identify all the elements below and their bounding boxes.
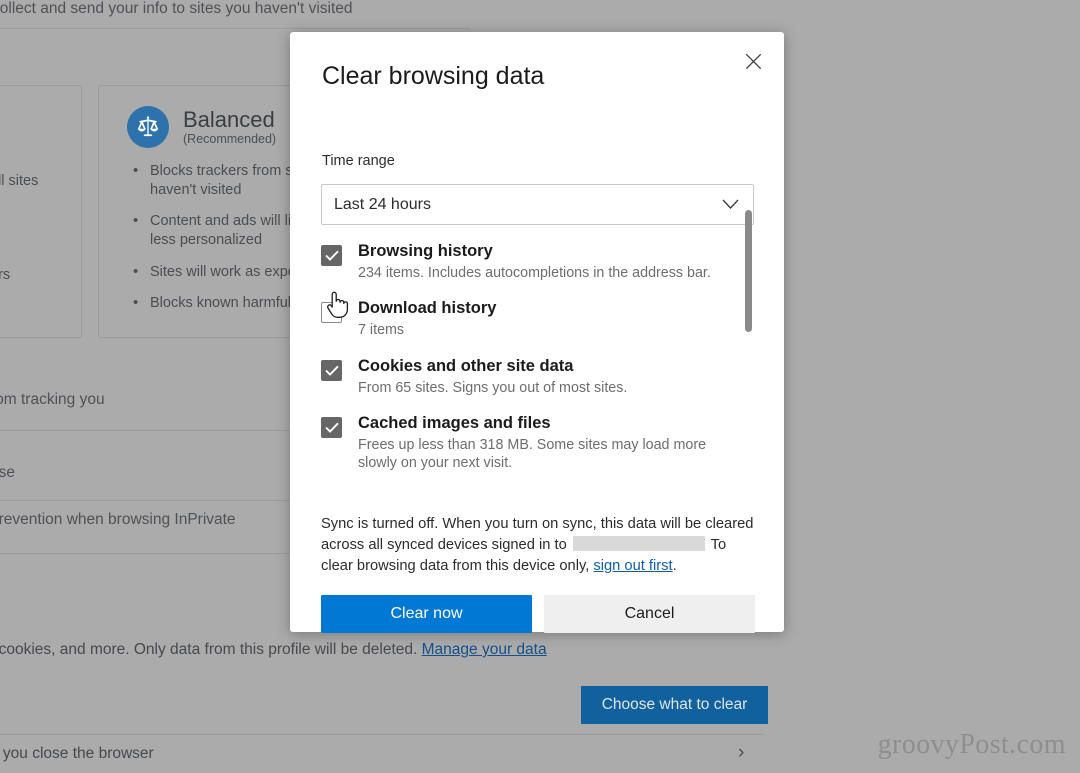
- list-item-description: From 65 sites. Signs you out of most sit…: [358, 379, 628, 396]
- dialog-actions: Clear now Cancel: [321, 595, 755, 633]
- clear-data-description: , cookies, and more. Only data from this…: [0, 641, 547, 659]
- list-item-description: 234 items. Includes autocompletions in t…: [358, 264, 711, 281]
- divider: [0, 734, 765, 735]
- setting-row-tracking-label: rom tracking you: [0, 391, 105, 408]
- checkbox-browsing-history[interactable]: [321, 245, 342, 266]
- privacy-card-balanced-subtitle: (Recommended): [183, 132, 277, 147]
- manage-your-data-link[interactable]: Manage your data: [422, 641, 547, 658]
- list-item-cached-images[interactable]: Cached images and files Frees up less th…: [321, 414, 754, 473]
- tracking-prevention-description: collect and send your info to sites you …: [0, 0, 353, 17]
- list-item-title: Cached images and files: [358, 413, 551, 432]
- time-range-selected-value: Last 24 hours: [334, 195, 431, 213]
- choose-what-to-clear-button[interactable]: Choose what to clear: [581, 686, 768, 724]
- redacted-account-email: [572, 535, 705, 551]
- card-strict-line-2: e: [0, 199, 71, 218]
- cancel-button[interactable]: Cancel: [544, 595, 755, 633]
- sign-out-first-link[interactable]: sign out first: [593, 558, 672, 574]
- privacy-card-balanced-title: Balanced: [183, 106, 275, 132]
- checkbox-download-history[interactable]: [321, 302, 342, 324]
- list-item-cookies[interactable]: Cookies and other site data From 65 site…: [321, 357, 754, 397]
- card-strict-line-1: all sites: [0, 172, 71, 191]
- watermark: groovyPost.com: [877, 729, 1066, 760]
- setting-row-clear-on-close-label: e you close the browser: [0, 745, 154, 762]
- screen-root: collect and send your info to sites you …: [0, 0, 1080, 773]
- list-item-download-history[interactable]: Download history 7 items: [321, 299, 754, 339]
- divider: [0, 28, 470, 29]
- close-icon[interactable]: [731, 41, 775, 81]
- list-item-title: Cookies and other site data: [358, 356, 574, 375]
- list-item-description: 7 items: [358, 322, 405, 339]
- time-range-select[interactable]: Last 24 hours: [321, 184, 754, 225]
- balance-scales-icon: [127, 106, 169, 148]
- chevron-down-icon: [722, 199, 753, 210]
- list-item-title: Browsing history: [358, 242, 493, 260]
- data-type-list-scrollbar[interactable]: [745, 210, 752, 332]
- data-type-list: Browsing history 234 items. Includes aut…: [321, 242, 754, 497]
- clear-browsing-data-dialog: Clear browsing data Time range Last 24 h…: [290, 32, 784, 633]
- list-item-browsing-history[interactable]: Browsing history 234 items. Includes aut…: [321, 242, 754, 282]
- clear-now-button[interactable]: Clear now: [321, 595, 532, 633]
- clear-data-description-text: , cookies, and more. Only data from this…: [0, 641, 418, 658]
- setting-row-inprivate-label: prevention when browsing InPrivate: [0, 511, 236, 528]
- setting-row-exceptions-label: ose: [0, 464, 15, 481]
- checkbox-cached-images[interactable]: [321, 416, 342, 438]
- list-item-description: Frees up less than 318 MB. Some sites ma…: [358, 436, 707, 472]
- time-range-label: Time range: [322, 153, 395, 169]
- card-strict-line-3: ers: [0, 266, 71, 285]
- checkbox-cookies[interactable]: [321, 359, 342, 381]
- chevron-right-icon[interactable]: ›: [738, 742, 744, 764]
- dialog-title: Clear browsing data: [322, 62, 545, 90]
- sync-notice-part3: .: [672, 557, 677, 574]
- sync-notice: Sync is turned off. When you turn on syn…: [321, 514, 757, 577]
- list-item-title: Download history: [358, 299, 497, 318]
- privacy-card-strict[interactable]: all sites e ers: [0, 85, 82, 338]
